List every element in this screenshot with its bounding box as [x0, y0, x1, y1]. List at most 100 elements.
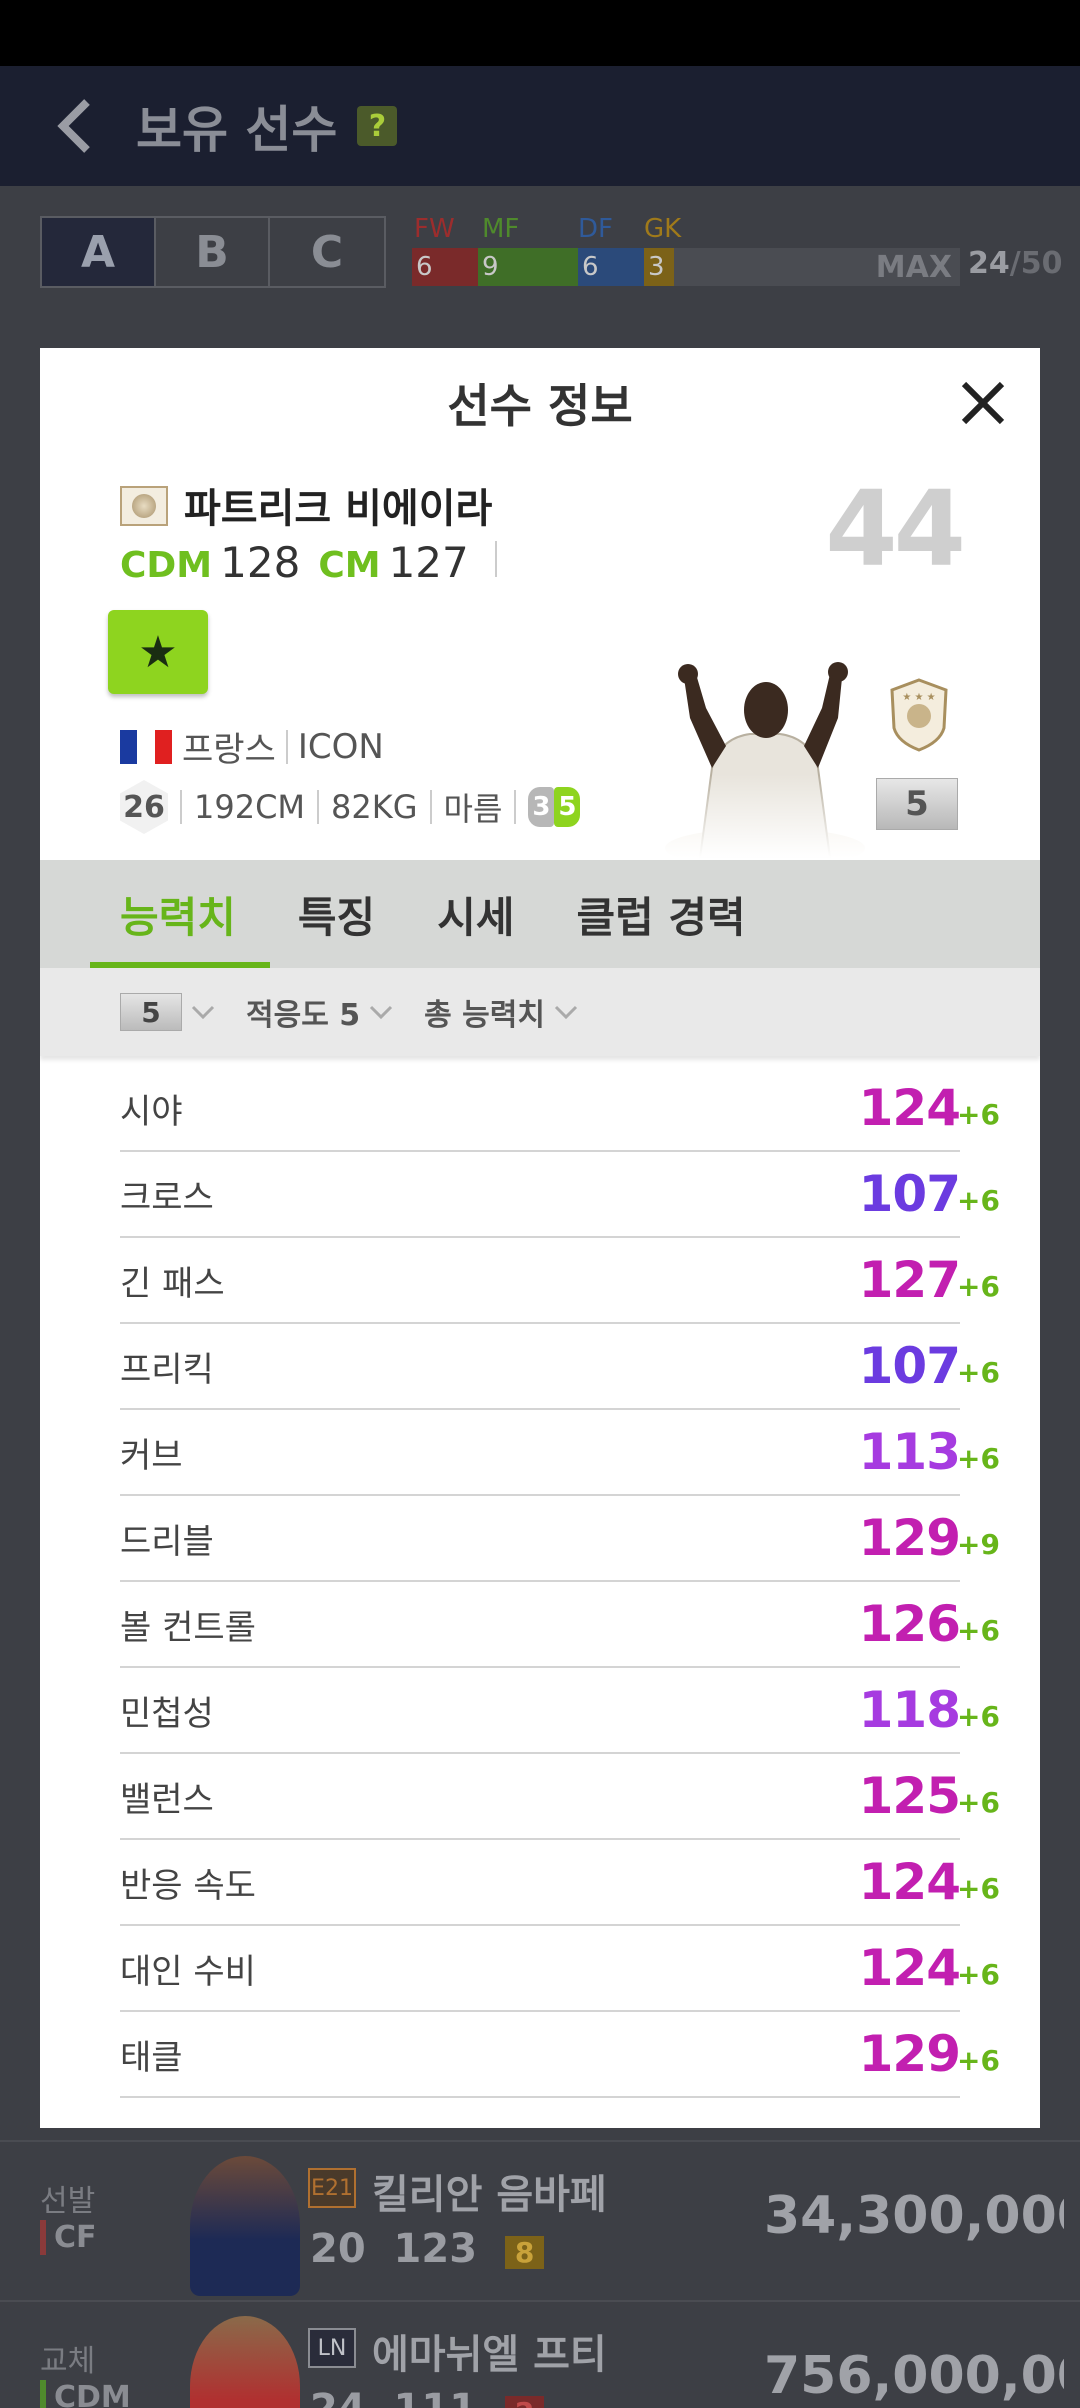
squad-tab-a[interactable]: A [42, 218, 156, 286]
stat-value: 124 [858, 1079, 961, 1137]
squad-tab-c[interactable]: C [270, 218, 384, 286]
upgrade-level-badge: 5 [876, 778, 958, 830]
position-count-fw: 6 [412, 248, 478, 286]
player-role: 교체 [40, 2344, 96, 2379]
stat-bonus: +6 [957, 1872, 1000, 1905]
favorite-button[interactable]: ★ [108, 610, 208, 694]
tab-stats[interactable]: 능력치 [90, 860, 270, 968]
stat-row: 대인 수비 124 +6 [120, 1926, 1000, 2012]
position-label-df: DF [578, 214, 613, 244]
player-price: 34,300,000,000 [764, 2186, 1064, 2246]
position-value: 127 [388, 538, 469, 587]
player-stats: 24 111 2 [310, 2386, 545, 2408]
stat-bonus: +6 [957, 1270, 1000, 1303]
filter-bar: 5 적응도 5 총 능력치 [40, 968, 1040, 1056]
page-header: 보유 선수 ? [0, 66, 1080, 186]
stat-row: 시야 124 +6 [120, 1066, 1000, 1152]
stat-bonus: +6 [957, 1098, 1000, 1131]
foot-skill-badge: 3 5 [528, 787, 581, 827]
stat-name: 프리킥 [120, 1349, 214, 1390]
stat-value: 124 [858, 1939, 961, 1997]
icon-class-badge: ★ ★ ★ [890, 678, 948, 752]
physical-line: 26 192CM 82KG 마름 3 5 [120, 780, 581, 834]
skill-moves: 5 [554, 787, 581, 827]
stat-name: 긴 패스 [120, 1263, 225, 1304]
stat-value: 129 [858, 2025, 961, 2083]
position-label-mf: MF [482, 214, 520, 244]
player-position: CF [40, 2220, 97, 2255]
stat-value: 129 [858, 1509, 961, 1567]
player-info-modal: 선수 정보 파트리크 비에이라 CDM 128 CM 127 44 ★ 프랑스 … [40, 348, 1040, 2128]
adaptability-value: 적응도 5 [246, 998, 361, 1033]
player-stats: 20 123 8 [310, 2226, 545, 2272]
player-name: 킬리안 음바페 [372, 2172, 607, 2218]
stat-bonus: +6 [957, 1356, 1000, 1389]
player-portrait [190, 2316, 300, 2408]
divider [514, 790, 517, 824]
stat-value: 118 [858, 1681, 961, 1739]
stat-row: 커브 113 +6 [120, 1410, 1000, 1496]
player-name: 파트리크 비에이라 [184, 486, 493, 532]
status-bar [0, 0, 1080, 66]
level-select[interactable]: 5 [120, 993, 216, 1031]
stat-row: 민첩성 118 +6 [120, 1668, 1000, 1754]
divider [285, 729, 288, 764]
squad-tab-b[interactable]: B [156, 218, 270, 286]
stat-value: 113 [858, 1423, 961, 1481]
divider [429, 790, 432, 824]
divider [180, 790, 182, 824]
weak-foot: 3 [528, 787, 555, 827]
stat-name: 반응 속도 [120, 1865, 256, 1906]
stat-row: 드리블 129 +9 [120, 1496, 1000, 1582]
player-portrait [190, 2156, 300, 2296]
chevron-down-icon [191, 1005, 215, 1020]
squad-count: 24/50 [968, 246, 1063, 281]
position-code: CDM [120, 545, 213, 586]
tab-traits[interactable]: 특징 [298, 860, 375, 968]
level-value: 5 [120, 993, 182, 1031]
modal-title: 선수 정보 [447, 379, 633, 433]
body-type: 마름 [443, 790, 503, 828]
stat-value: 124 [858, 1853, 961, 1911]
player-role: 선발 [40, 2184, 96, 2219]
close-button[interactable] [946, 366, 1020, 440]
sort-select[interactable]: 총 능력치 [424, 990, 579, 1034]
position-code: CM [318, 545, 381, 586]
player-row[interactable]: 교체 CDM LN 에마뉘엘 프티 24 111 2 756,000,000 [0, 2300, 1080, 2408]
position-value: 128 [220, 538, 301, 587]
back-button[interactable] [40, 91, 110, 161]
position-ratings: CDM 128 CM 127 [120, 538, 497, 587]
season-badge: LN [308, 2328, 356, 2368]
chevron-down-icon [370, 1005, 393, 1020]
age-badge: 26 [120, 780, 168, 834]
player-name: 에마뉘엘 프티 [372, 2332, 607, 2378]
stat-name: 드리블 [120, 1521, 214, 1562]
player-position: CDM [40, 2380, 131, 2408]
adaptability-select[interactable]: 적응도 5 [246, 990, 394, 1034]
weight: 82KG [331, 788, 418, 826]
tab-market-price[interactable]: 시세 [437, 860, 514, 968]
stat-bonus: +6 [957, 1958, 1000, 1991]
stat-row: 프리킥 107 +6 [120, 1324, 1000, 1410]
position-label-gk: GK [644, 214, 682, 244]
stat-name: 대인 수비 [120, 1951, 256, 1992]
stat-bonus: +6 [957, 1786, 1000, 1819]
divider [494, 541, 497, 577]
stat-bonus: +9 [957, 1528, 1000, 1561]
tab-club-history[interactable]: 클럽 경력 [576, 860, 745, 968]
position-count-df: 6 [578, 248, 644, 286]
france-flag-icon [120, 729, 172, 764]
player-row[interactable]: 선발 CF E21 킬리안 음바페 20 123 8 34,300,000,00… [0, 2140, 1080, 2300]
stat-name: 커브 [120, 1435, 183, 1476]
stat-row: 태클 129 +6 [120, 2012, 1000, 2098]
modal-header: 선수 정보 [40, 348, 1040, 458]
help-button[interactable]: ? [357, 106, 398, 146]
stat-bonus: +6 [957, 1184, 1000, 1217]
stat-name: 밸런스 [120, 1779, 214, 1820]
sort-value: 총 능력치 [424, 998, 545, 1033]
stat-value: 125 [858, 1767, 961, 1825]
star-icon: ★ [138, 626, 178, 678]
stat-list: 시야 124 +6 크로스 107 +6 긴 패스 127 +6 프리킥 107 +6 커브 113 +6 드… [120, 1066, 1000, 2098]
stat-name: 크로스 [120, 1177, 214, 1218]
stat-value: 107 [858, 1165, 961, 1223]
